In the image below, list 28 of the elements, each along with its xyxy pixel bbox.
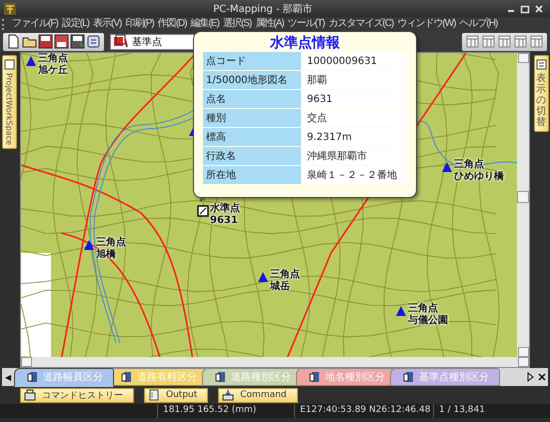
field-label: 点コード (203, 52, 303, 70)
point-name-label: 9631 (210, 214, 239, 226)
popup-title: 水準点情報 (268, 35, 341, 51)
window-title: PC-Mapping - 那覇市 (212, 2, 314, 16)
point-name-label: 与儀公園 (408, 314, 448, 326)
point-name-label: ひめゆり橋 (454, 170, 504, 182)
field-value: 9631 (303, 90, 407, 108)
field-label: 1/50000地形図名 (203, 71, 303, 89)
field-label: 点名 (203, 90, 303, 108)
field-value: 10000009631 (303, 52, 407, 70)
field-value: 9.2317m (303, 128, 407, 146)
field-value: 泉崎１－２－２番地 (303, 166, 407, 184)
point-type-label: 三角点 (408, 303, 439, 314)
field-label: 行政名 (203, 147, 303, 165)
field-value: 沖縄県那覇市 (303, 147, 407, 165)
point-name-label: 城岳 (270, 280, 291, 292)
status-text: 1 / 13,841 (433, 404, 550, 418)
status-text: E127:40:53.89 N26:12:46.48 (294, 404, 433, 418)
point-type-label: 三角点 (96, 237, 126, 248)
status-text: 181.95 165.52 (mm) (157, 404, 294, 418)
field-label: 標高 (203, 128, 303, 146)
field-label: 所在地 (203, 166, 303, 184)
point-type-label: 水準点 (210, 203, 240, 214)
point-name-label: 旭ケ丘 (38, 64, 68, 76)
field-value: 那覇 (303, 71, 407, 89)
field-value: 交点 (303, 109, 407, 127)
field-label: 種別 (203, 109, 303, 127)
point-type-label: 三角点 (270, 269, 300, 280)
